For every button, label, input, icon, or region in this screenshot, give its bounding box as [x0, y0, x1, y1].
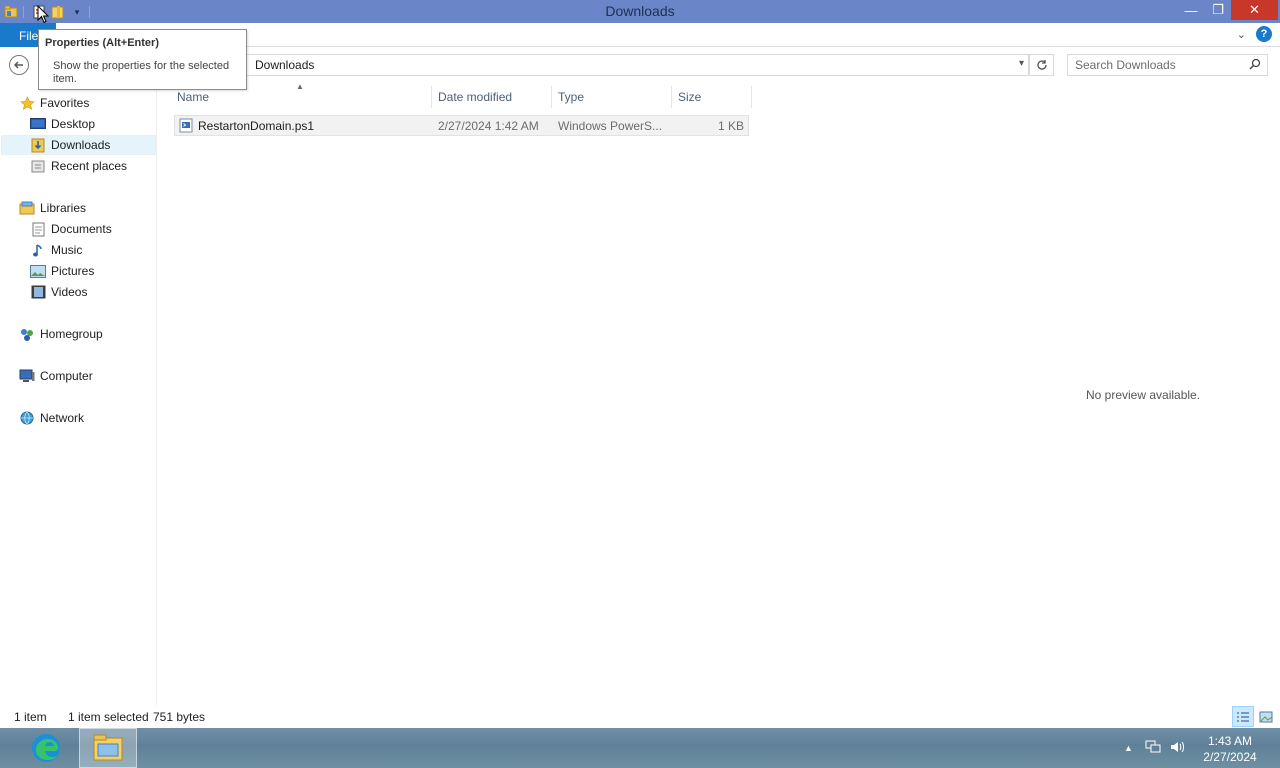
- nav-label: Pictures: [51, 264, 95, 278]
- back-button[interactable]: [9, 55, 29, 75]
- column-header-size[interactable]: Size: [672, 86, 752, 108]
- nav-label: Desktop: [51, 117, 96, 131]
- pictures-icon: [30, 263, 46, 279]
- computer-icon: [19, 368, 35, 384]
- nav-label: Videos: [51, 285, 88, 299]
- search-box[interactable]: [1067, 54, 1268, 76]
- refresh-button[interactable]: [1029, 54, 1054, 76]
- nav-documents[interactable]: Documents: [30, 219, 112, 239]
- file-explorer-icon: [93, 734, 123, 761]
- libraries-icon: [19, 200, 35, 216]
- nav-label: Downloads: [51, 138, 111, 152]
- nav-computer[interactable]: Computer: [19, 366, 93, 386]
- nav-desktop[interactable]: Desktop: [30, 114, 95, 134]
- mouse-cursor-icon: [37, 4, 50, 27]
- volume-icon[interactable]: [1169, 740, 1185, 757]
- show-hidden-icons-icon[interactable]: ▲: [1124, 743, 1133, 753]
- nav-downloads[interactable]: Downloads: [1, 135, 156, 155]
- maximize-button[interactable]: ❐: [1205, 0, 1231, 20]
- column-header-type[interactable]: Type: [552, 86, 672, 108]
- music-icon: [30, 242, 46, 258]
- downloads-folder-icon: [30, 137, 46, 153]
- homegroup-icon: [19, 326, 35, 342]
- search-icon[interactable]: [1249, 58, 1261, 73]
- title-bar: ▾ Downloads — ❐ ✕: [0, 0, 1280, 23]
- documents-icon: [30, 221, 46, 237]
- table-row[interactable]: RestartonDomain.ps1 2/27/2024 1:42 AM Wi…: [174, 115, 749, 136]
- file-date-modified: 2/27/2024 1:42 AM: [438, 119, 539, 133]
- star-icon: [19, 95, 35, 111]
- tooltip-description: Show the properties for the selected ite…: [53, 60, 230, 85]
- nav-label: Libraries: [40, 201, 87, 215]
- nav-label: Computer: [40, 369, 93, 383]
- column-header-date-modified[interactable]: Date modified: [432, 86, 552, 108]
- nav-label: Favorites: [40, 96, 90, 110]
- nav-label: Documents: [51, 222, 112, 236]
- nav-recent-places[interactable]: Recent places: [30, 156, 127, 176]
- powershell-script-icon: [179, 118, 193, 136]
- refresh-icon: [1036, 60, 1047, 70]
- file-explorer-taskbar-button[interactable]: [79, 728, 137, 768]
- clock-time: 1:43 AM: [1207, 734, 1253, 748]
- desktop-icon: [30, 116, 46, 132]
- recent-places-icon: [30, 158, 46, 174]
- ribbon-controls: ⌄ ?: [1237, 26, 1272, 42]
- window-title: Downloads: [605, 3, 675, 19]
- nav-homegroup[interactable]: Homegroup: [19, 324, 103, 344]
- details-view-icon: [1237, 711, 1249, 722]
- details-view-button[interactable]: [1232, 706, 1254, 727]
- clock-date: 2/27/2024: [1203, 750, 1257, 764]
- search-input[interactable]: [1068, 55, 1244, 75]
- edge-browser-button[interactable]: [17, 728, 75, 768]
- nav-videos[interactable]: Videos: [30, 282, 87, 302]
- nav-label: Recent places: [51, 159, 128, 173]
- nav-label: Homegroup: [40, 327, 103, 341]
- nav-network[interactable]: Network: [19, 408, 84, 428]
- status-selection-size: 751 bytes: [153, 710, 206, 724]
- taskbar-clock[interactable]: 1:43 AM 2/27/2024: [1196, 733, 1264, 765]
- nav-music[interactable]: Music: [30, 240, 82, 260]
- network-status-icon[interactable]: [1145, 740, 1161, 757]
- taskbar: ▲ 1:43 AM 2/27/2024: [0, 728, 1280, 768]
- minimize-button[interactable]: —: [1178, 0, 1204, 20]
- navigation-pane: [0, 83, 157, 705]
- status-bar: 1 item 1 item selected 751 bytes: [0, 705, 1280, 728]
- nav-pictures[interactable]: Pictures: [30, 261, 94, 281]
- nav-label: Music: [51, 243, 83, 257]
- close-button[interactable]: ✕: [1231, 0, 1278, 20]
- network-icon: [19, 410, 35, 426]
- help-icon[interactable]: ?: [1256, 26, 1272, 42]
- file-size: 1 KB: [717, 119, 744, 133]
- nav-label: Network: [40, 411, 85, 425]
- system-tray: ▲: [1124, 728, 1185, 768]
- back-arrow-icon: [14, 61, 23, 69]
- edge-icon: [32, 734, 60, 762]
- status-selection: 1 item selected: [68, 710, 149, 724]
- videos-icon: [30, 284, 46, 300]
- address-bar[interactable]: Downloads ▾: [246, 54, 1029, 76]
- expand-ribbon-icon[interactable]: ⌄: [1237, 28, 1246, 41]
- tooltip-title: Properties (Alt+Enter): [45, 37, 159, 49]
- nav-favorites[interactable]: Favorites: [19, 93, 89, 113]
- breadcrumb[interactable]: Downloads: [255, 58, 314, 72]
- address-history-dropdown-icon[interactable]: ▾: [1019, 58, 1024, 69]
- file-type: Windows PowerS...: [558, 119, 663, 133]
- large-icons-view-icon: [1259, 711, 1273, 722]
- large-icons-view-button[interactable]: [1255, 706, 1277, 727]
- preview-pane-message: No preview available.: [1086, 388, 1201, 402]
- properties-tooltip: Properties (Alt+Enter) Show the properti…: [38, 29, 247, 90]
- nav-libraries[interactable]: Libraries: [19, 198, 86, 218]
- file-name: RestartonDomain.ps1: [198, 119, 315, 133]
- status-item-count: 1 item: [14, 710, 47, 724]
